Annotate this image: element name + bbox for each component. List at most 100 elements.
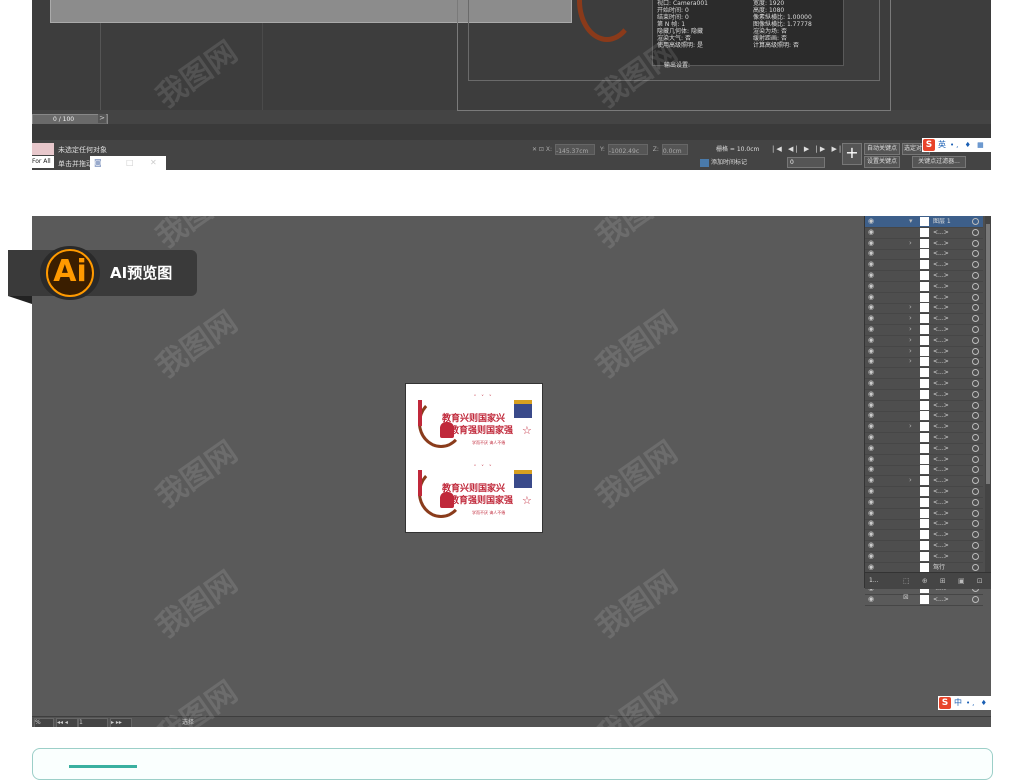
target-icon[interactable]: [972, 272, 979, 279]
artboard[interactable]: ᵛ ᵛ ᵛ 教育兴则国家兴 教育强则国家强 ☆ 学而不厌 诲人不倦 ᵛ ᵛ ᵛ …: [405, 383, 543, 533]
target-icon[interactable]: [972, 347, 979, 355]
eye-icon[interactable]: ◉: [868, 347, 877, 356]
eye-icon[interactable]: ◉: [868, 552, 877, 561]
target-icon[interactable]: [972, 401, 979, 409]
chevron-right-icon[interactable]: ›: [909, 324, 912, 335]
target-icon[interactable]: [972, 563, 979, 571]
target-icon[interactable]: [972, 228, 979, 236]
eye-icon[interactable]: ◉: [868, 455, 877, 464]
ime-tools-icons[interactable]: •, ♦: [966, 696, 989, 710]
target-icon[interactable]: [972, 380, 979, 387]
target-icon[interactable]: [972, 315, 979, 323]
current-frame-field[interactable]: 0: [787, 157, 825, 168]
target-icon[interactable]: [972, 282, 979, 290]
coord-x-field[interactable]: -145.37cm: [555, 144, 596, 155]
chevron-right-icon[interactable]: ›: [909, 356, 912, 367]
set-key-plus-icon[interactable]: +: [842, 143, 862, 165]
eye-icon[interactable]: ◉: [868, 249, 877, 258]
eye-icon[interactable]: ◉: [868, 357, 877, 366]
auto-key-button[interactable]: 自动关键点: [864, 143, 900, 155]
ime-language[interactable]: 英: [938, 138, 946, 152]
target-icon[interactable]: [972, 261, 979, 269]
sogou-icon[interactable]: S: [939, 697, 951, 709]
target-icon[interactable]: [972, 250, 979, 258]
eye-icon[interactable]: ◉: [868, 271, 877, 280]
target-icon[interactable]: [972, 412, 979, 420]
target-icon[interactable]: [972, 336, 979, 344]
target-icon[interactable]: [972, 239, 979, 247]
target-icon[interactable]: [972, 477, 979, 485]
key-filters-button[interactable]: 关键点过滤器...: [912, 156, 966, 168]
eye-icon[interactable]: ◉: [868, 217, 877, 226]
eye-icon[interactable]: ◉: [868, 282, 877, 291]
lock-icon[interactable]: ✕ ⊡: [532, 146, 544, 153]
chevron-down-icon[interactable]: ▾: [909, 216, 913, 227]
eye-icon[interactable]: ◉: [868, 563, 877, 572]
eye-icon[interactable]: ◉: [868, 498, 877, 507]
target-icon[interactable]: [972, 455, 979, 463]
close-icon[interactable]: ✕: [150, 156, 157, 170]
eye-icon[interactable]: ◉: [868, 390, 877, 399]
coord-y-field[interactable]: -1002.49c: [607, 144, 648, 155]
ime-toolbar[interactable]: S 中 •, ♦: [938, 696, 991, 710]
maximize-icon[interactable]: □: [126, 156, 134, 170]
coord-z-field[interactable]: 0.0cm: [661, 144, 688, 155]
target-icon[interactable]: [972, 218, 979, 225]
eye-icon[interactable]: ◉: [868, 228, 877, 237]
target-icon[interactable]: [972, 444, 979, 452]
layer-action-icons[interactable]: ⬚ ⊕ ⊞ ▣ ⊡ ⊠: [903, 573, 991, 605]
eye-icon[interactable]: ◉: [868, 433, 877, 442]
target-icon[interactable]: [972, 358, 979, 366]
eye-icon[interactable]: ◉: [868, 325, 877, 334]
target-icon[interactable]: [972, 466, 979, 474]
eye-icon[interactable]: ◉: [868, 530, 877, 539]
eye-icon[interactable]: ◉: [868, 260, 877, 269]
target-icon[interactable]: [972, 369, 979, 377]
target-icon[interactable]: [972, 520, 979, 528]
ime-toolbar[interactable]: S 英 •, ♦ ▦: [922, 138, 991, 152]
playback-controls[interactable]: |◀ ◀| ▶ |▶ ▶|: [772, 143, 843, 155]
chevron-right-icon[interactable]: ›: [909, 421, 912, 432]
chevron-right-icon[interactable]: ›: [909, 335, 912, 346]
max-viewport[interactable]: 视口: Camera001 开始时间: 0 结束时间: 0 第 N 帧: 1 隐…: [32, 0, 991, 111]
eye-icon[interactable]: ◉: [868, 465, 877, 474]
target-icon[interactable]: [972, 498, 979, 506]
ime-language[interactable]: 中: [954, 696, 962, 710]
eye-icon[interactable]: ◉: [868, 379, 877, 388]
eye-icon[interactable]: ◉: [868, 595, 877, 604]
eye-icon[interactable]: ◉: [868, 444, 877, 453]
time-slider-next-button[interactable]: >: [98, 114, 106, 123]
target-icon[interactable]: [972, 531, 979, 539]
target-icon[interactable]: [972, 509, 979, 517]
target-icon[interactable]: [972, 552, 979, 560]
eye-icon[interactable]: ◉: [868, 476, 877, 485]
eye-icon[interactable]: ◉: [868, 239, 877, 248]
eye-icon[interactable]: ◉: [868, 293, 877, 302]
next-artboard-buttons[interactable]: ▸ ▸▸: [110, 718, 132, 727]
eye-icon[interactable]: ◉: [868, 401, 877, 410]
target-icon[interactable]: [972, 488, 979, 495]
chevron-right-icon[interactable]: ›: [909, 346, 912, 357]
eye-icon[interactable]: ◉: [868, 541, 877, 550]
eye-icon[interactable]: ◉: [868, 509, 877, 518]
ime-tools-icons[interactable]: •, ♦ ▦: [950, 138, 986, 152]
eye-icon[interactable]: ◉: [868, 303, 877, 312]
eye-icon[interactable]: ◉: [868, 487, 877, 496]
zoom-field[interactable]: %: [34, 718, 54, 727]
maxscript-listener[interactable]: [32, 143, 54, 155]
target-icon[interactable]: [972, 423, 979, 431]
add-time-tag-button[interactable]: 添加时间标记: [700, 156, 747, 170]
track-bar[interactable]: [32, 124, 991, 140]
target-icon[interactable]: [972, 542, 979, 549]
chevron-right-icon[interactable]: ›: [909, 313, 912, 324]
scrollbar-thumb[interactable]: [986, 224, 990, 484]
target-icon[interactable]: [972, 390, 979, 398]
artboard-number-field[interactable]: 1: [78, 718, 108, 727]
sogou-icon[interactable]: S: [923, 139, 935, 151]
prev-artboard-buttons[interactable]: ◂◂ ◂: [56, 718, 78, 727]
for-all-field[interactable]: For All: [32, 156, 54, 168]
target-icon[interactable]: [972, 293, 979, 301]
chevron-right-icon[interactable]: ›: [909, 475, 912, 486]
target-icon[interactable]: [972, 434, 979, 441]
eye-icon[interactable]: ◉: [868, 336, 877, 345]
